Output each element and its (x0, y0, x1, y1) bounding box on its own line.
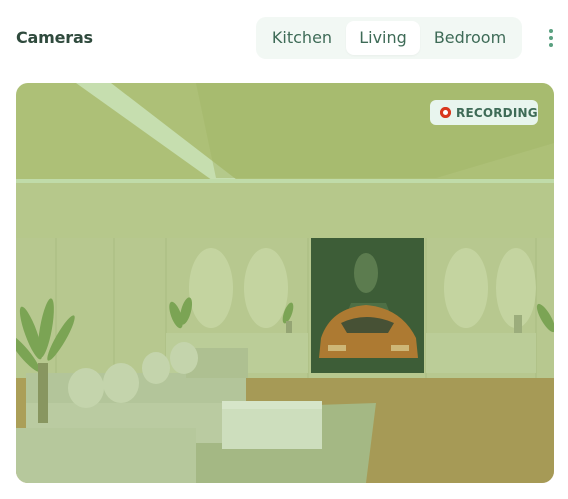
tab-living[interactable]: Living (346, 21, 420, 55)
living-room-image (16, 83, 554, 483)
camera-feed[interactable] (16, 83, 554, 483)
room-tabs: Kitchen Living Bedroom (256, 17, 522, 59)
camera-card: Cameras Kitchen Living Bedroom RECORDING (0, 0, 568, 499)
more-vertical-icon[interactable] (543, 27, 559, 49)
card-title: Cameras (16, 28, 93, 47)
record-dot-icon (440, 107, 451, 118)
recording-badge: RECORDING (430, 100, 538, 125)
tab-kitchen[interactable]: Kitchen (264, 21, 340, 55)
recording-label: RECORDING (456, 106, 538, 120)
tab-bedroom[interactable]: Bedroom (426, 21, 514, 55)
